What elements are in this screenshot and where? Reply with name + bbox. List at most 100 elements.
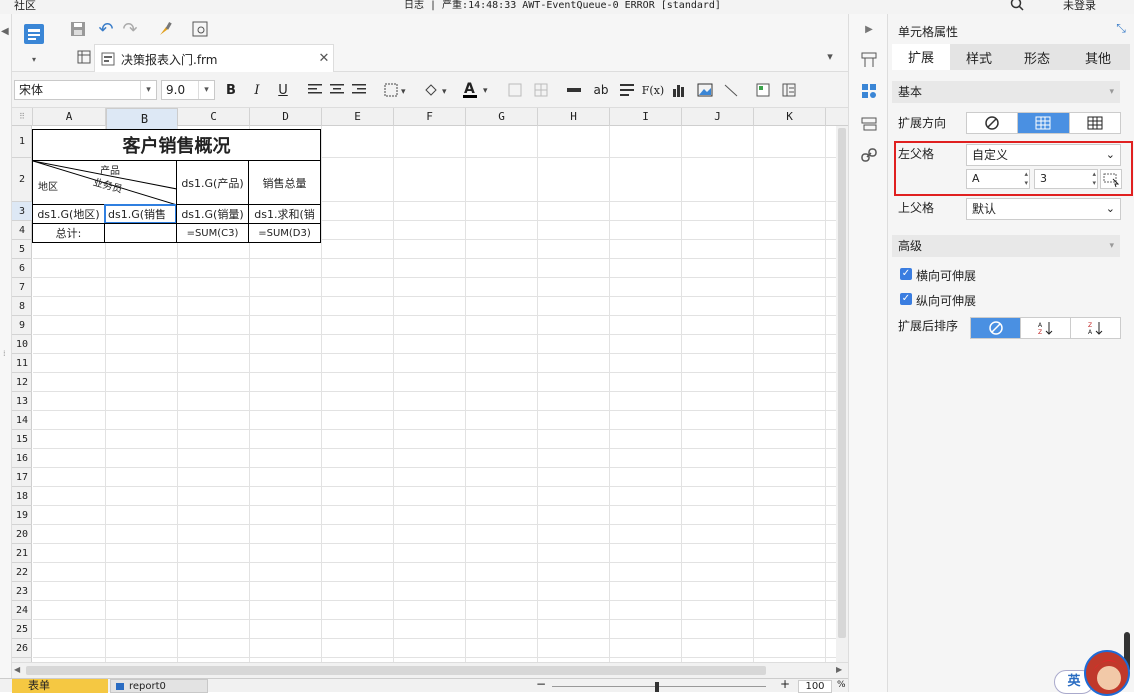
text-cell-icon[interactable] (564, 80, 584, 100)
scroll-left-icon[interactable]: ◀ (14, 665, 20, 674)
font-size-select[interactable]: 9.0 ▾ (161, 80, 215, 100)
column-header-d[interactable]: D (250, 108, 322, 126)
rich-text-icon[interactable] (618, 80, 636, 100)
align-right-icon[interactable] (350, 80, 368, 100)
cell-title[interactable]: 客户销售概况 (32, 129, 321, 161)
row-header-11[interactable]: 11 (12, 354, 32, 373)
bold-button[interactable]: B (222, 80, 240, 100)
tab-report[interactable]: report0 (110, 679, 208, 693)
zoom-input[interactable]: 100 (798, 680, 832, 693)
select-all-corner[interactable]: ⠿ (12, 108, 33, 126)
cell-a2-diagonal[interactable]: 产品 业务员 地区 (32, 160, 177, 205)
cell-c2[interactable]: ds1.G(产品) (176, 160, 249, 205)
row-header-12[interactable]: 12 (12, 373, 32, 392)
row-header-14[interactable]: 14 (12, 411, 32, 430)
tab-other[interactable]: 其他 (1066, 44, 1130, 70)
cell-d3[interactable]: ds1.求和(销 (248, 204, 321, 224)
left-parent-row-input[interactable]: 3 ▴ ▾ (1034, 169, 1098, 189)
spreadsheet-grid[interactable]: ⠿ ABCDEFGHIJK 1 2 3 4 5 6 7 8 9 10 11 12 13 14 15 16 17 1… (12, 108, 848, 678)
align-left-icon[interactable] (306, 80, 324, 100)
dock-icon[interactable]: ⤡ (1114, 21, 1128, 35)
vertical-expand-button[interactable] (1018, 113, 1070, 133)
zoom-out-button[interactable]: − (536, 677, 546, 691)
grid-view-icon[interactable] (76, 48, 92, 66)
column-header-i[interactable]: I (610, 108, 682, 126)
chevron-down-icon[interactable]: ▾ (140, 81, 156, 99)
row-header-17[interactable]: 17 (12, 468, 32, 487)
row-header-1[interactable]: 1 (12, 126, 32, 158)
collapse-left-icon[interactable]: ◀ (1, 26, 9, 37)
tab-file[interactable]: 决策报表入门.frm ✕ (94, 44, 334, 72)
cell-layout-icon[interactable] (859, 50, 879, 70)
horizontal-expand-button[interactable] (1070, 113, 1120, 133)
save-icon[interactable] (68, 19, 88, 39)
stepper-icon[interactable]: ▴ ▾ (1024, 170, 1028, 188)
column-header-g[interactable]: G (466, 108, 538, 126)
zoom-slider-track[interactable] (552, 686, 766, 687)
column-header-c[interactable]: C (178, 108, 250, 126)
pick-cell-button[interactable] (1100, 169, 1122, 189)
image-icon[interactable] (696, 80, 714, 100)
row-header-23[interactable]: 23 (12, 582, 32, 601)
sort-asc-button[interactable]: AZ (1021, 318, 1071, 338)
row-header-10[interactable]: 10 (12, 335, 32, 354)
cell-a4[interactable]: 总计: (32, 223, 105, 243)
chevron-down-icon[interactable]: ▾ (198, 81, 214, 99)
slash-icon[interactable] (722, 80, 740, 100)
row-header-21[interactable]: 21 (12, 544, 32, 563)
chevron-down-icon[interactable]: ▾ (28, 54, 40, 64)
tab-sheet[interactable]: 表单 (12, 679, 108, 693)
login-link[interactable]: 未登录 (1063, 0, 1096, 11)
section-advanced[interactable]: 高级 ▾ (892, 235, 1120, 257)
undo-icon[interactable]: ↶ (96, 19, 116, 40)
tab-style[interactable]: 样式 (950, 44, 1008, 70)
column-header-k[interactable]: K (754, 108, 826, 126)
tab-menu-icon[interactable]: ▾ (822, 48, 838, 64)
community-link[interactable]: 社区 (14, 0, 36, 11)
scroll-right-icon[interactable]: ▶ (836, 665, 842, 674)
merge-icon[interactable] (506, 80, 524, 100)
column-header-e[interactable]: E (322, 108, 394, 126)
hyperlink-icon[interactable] (859, 145, 879, 165)
zoom-in-button[interactable]: + (780, 677, 790, 691)
row-header-13[interactable]: 13 (12, 392, 32, 411)
font-name-select[interactable]: 宋体 ▾ (14, 80, 157, 100)
no-expand-button[interactable] (967, 113, 1019, 133)
sort-desc-button[interactable]: ZA (1071, 318, 1120, 338)
row-header-16[interactable]: 16 (12, 449, 32, 468)
row-header-24[interactable]: 24 (12, 601, 32, 620)
cell-attr-icon[interactable] (859, 81, 879, 101)
upper-parent-select[interactable]: 默认 ⌄ (966, 198, 1121, 220)
preview-icon[interactable] (190, 19, 210, 39)
widget-settings-icon[interactable] (859, 114, 879, 134)
row-header-7[interactable]: 7 (12, 278, 32, 297)
h-expand-checkbox[interactable]: ✓ (900, 268, 912, 280)
format-painter-icon[interactable] (156, 19, 176, 39)
ab-button[interactable]: ab (590, 80, 612, 100)
column-header-j[interactable]: J (682, 108, 754, 126)
column-header-a[interactable]: A (33, 108, 106, 126)
cell-b4[interactable] (104, 223, 177, 243)
column-header-h[interactable]: H (538, 108, 610, 126)
row-header-5[interactable]: 5 (12, 240, 32, 259)
redo-icon[interactable]: ↷ (120, 19, 140, 40)
scroll-thumb[interactable] (838, 128, 846, 638)
stepper-icon[interactable]: ▴ ▾ (1092, 170, 1096, 188)
row-header-20[interactable]: 20 (12, 525, 32, 544)
log-status[interactable]: 日志 | 严重:14:48:33 AWT-EventQueue-0 ERROR … (404, 0, 721, 11)
drag-handle-icon[interactable]: ⁞ (3, 349, 6, 358)
underline-button[interactable]: U (274, 80, 292, 100)
hscroll-thumb[interactable] (26, 666, 766, 675)
row-header-3[interactable]: 3 (12, 202, 32, 221)
row-header-6[interactable]: 6 (12, 259, 32, 278)
sub-report-icon[interactable] (754, 80, 772, 100)
left-parent-select[interactable]: 自定义 ⌄ (966, 144, 1121, 166)
left-collapse-strip[interactable]: ◀ ⁞ (0, 14, 12, 692)
row-header-19[interactable]: 19 (12, 506, 32, 525)
row-header-9[interactable]: 9 (12, 316, 32, 335)
fill-color-icon[interactable]: ▾ (422, 80, 454, 100)
row-header-15[interactable]: 15 (12, 430, 32, 449)
column-header-b[interactable]: B (106, 108, 178, 130)
left-parent-col-input[interactable]: A ▴ ▾ (966, 169, 1030, 189)
expand-right-icon[interactable]: ▶ (861, 22, 877, 36)
